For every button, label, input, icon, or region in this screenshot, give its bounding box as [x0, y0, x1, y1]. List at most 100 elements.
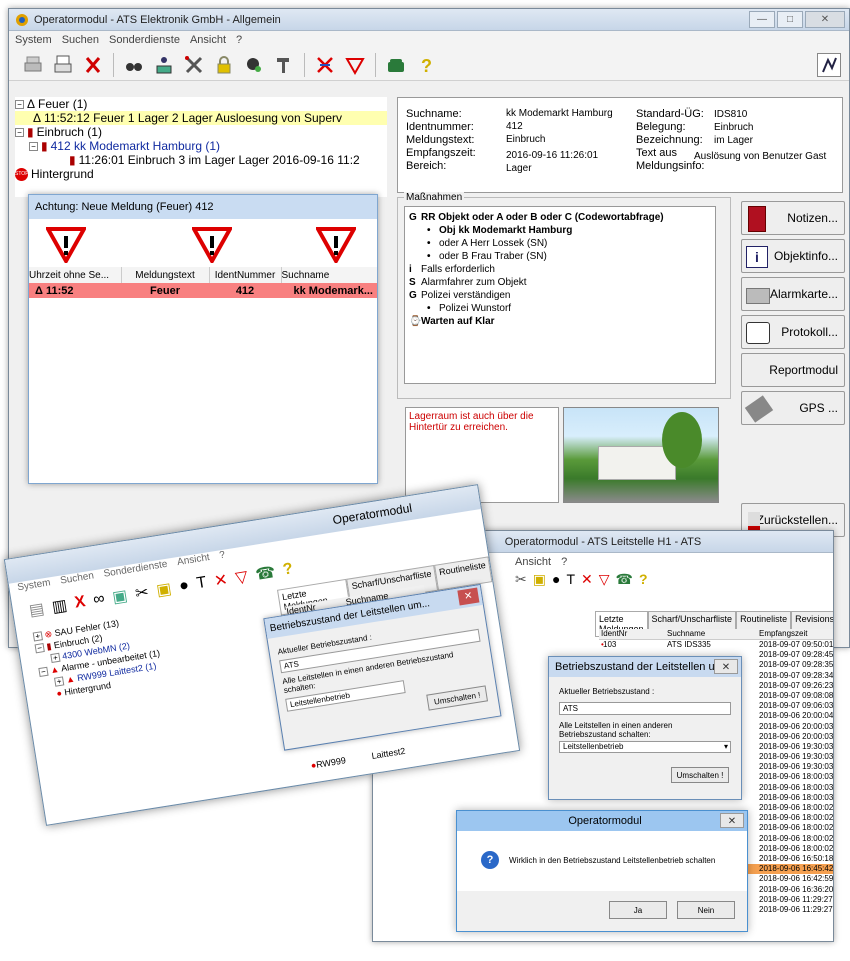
menu-help[interactable]: ? — [236, 34, 242, 46]
massnahme-item[interactable]: • Polizei Wunstorf — [409, 302, 711, 315]
massnahme-item[interactable]: S Alarmfahrer zum Objekt — [409, 276, 711, 289]
col-suchname[interactable]: Suchname — [667, 629, 759, 639]
operator-icon[interactable]: ● — [178, 577, 190, 596]
crossed-arrow-icon[interactable]: ✕ — [213, 570, 229, 592]
print-button[interactable] — [21, 53, 45, 77]
massnahme-item[interactable]: G RR Objekt oder A oder B oder C (Codewor… — [409, 211, 711, 224]
close-button[interactable]: ✕ — [720, 813, 744, 828]
collapse-icon[interactable]: − — [38, 666, 49, 678]
notizen-button[interactable]: Notizen... — [741, 201, 845, 235]
phone-button[interactable] — [384, 53, 408, 77]
popup-titlebar[interactable]: Achtung: Neue Meldung (Feuer) 412 — [29, 195, 377, 219]
col-empfangszeit[interactable]: Empfangszeit — [759, 629, 833, 639]
tree-fire-group[interactable]: − Δ Feuer (1) — [15, 97, 387, 111]
lock-button[interactable] — [212, 53, 236, 77]
maximize-button[interactable]: □ — [777, 11, 803, 28]
object-photo[interactable] — [563, 407, 719, 503]
confirm-dialog-titlebar[interactable]: Operatormodul ✕ — [457, 811, 747, 831]
collapse-icon[interactable]: − — [34, 643, 45, 654]
massnahme-item[interactable]: • oder A Herr Lossek (SN) — [409, 237, 711, 250]
massnahme-item[interactable]: i Falls erforderlich — [409, 263, 711, 276]
hammer-button[interactable] — [272, 53, 296, 77]
cancel-alarm-button[interactable] — [313, 53, 337, 77]
menu-system[interactable]: System — [15, 34, 52, 46]
reportmodul-button[interactable]: Reportmodul — [741, 353, 845, 387]
user-computer-icon[interactable]: ▣ — [111, 585, 129, 607]
menu-help[interactable]: ? — [561, 556, 567, 568]
menu-sonderdienste[interactable]: Sonderdienste — [109, 34, 180, 46]
close-button[interactable]: ✕ — [457, 587, 480, 606]
hammer-icon[interactable]: T — [566, 571, 575, 588]
triangle-down-icon[interactable]: ▽ — [234, 566, 249, 588]
row-time: 2018-09-07 09:06:03 — [759, 701, 834, 711]
alarmkarte-button[interactable]: Alarmkarte... — [741, 277, 845, 311]
tab-routine[interactable]: Routineliste — [434, 556, 493, 591]
minimize-button[interactable]: — — [749, 11, 775, 28]
collapse-icon[interactable]: − — [15, 127, 24, 137]
umschalten-button[interactable]: Umschalten ! — [426, 685, 489, 711]
help-icon[interactable]: ? — [282, 560, 294, 579]
operator-button[interactable] — [242, 53, 266, 77]
notify-button[interactable] — [817, 52, 841, 77]
tree-background[interactable]: STOP Hintergrund — [15, 167, 387, 181]
table-row[interactable]: • 103 ATS IDS335 2018-09-07 09:50:01 — [599, 640, 833, 650]
hammer-icon[interactable]: T — [195, 574, 207, 593]
gps-button[interactable]: GPS ... — [741, 391, 845, 425]
no-button[interactable]: Nein — [677, 901, 735, 919]
lock-icon[interactable]: ▣ — [533, 571, 546, 588]
right-state-dialog-titlebar[interactable]: Betriebszustand der Leitstellen um... ✕ — [549, 657, 741, 677]
tools-icon[interactable]: ✂ — [515, 571, 527, 588]
protokoll-button[interactable]: Protokoll... — [741, 315, 845, 349]
overlay-left-bottom-row[interactable]: ● RW999 Laittest2 — [310, 746, 406, 771]
yes-button[interactable]: Ja — [609, 901, 667, 919]
objektinfo-button[interactable]: i Objektinfo... — [741, 239, 845, 273]
close-button[interactable]: ✕ — [805, 11, 845, 28]
close-button[interactable]: ✕ — [714, 659, 738, 674]
search-button[interactable] — [122, 53, 146, 77]
warning-button[interactable] — [343, 53, 367, 77]
menu-ansicht[interactable]: Ansicht — [190, 34, 226, 46]
lock-icon[interactable]: ▣ — [155, 578, 173, 600]
massnahme-item[interactable]: G Polizei verständigen — [409, 289, 711, 302]
massnahme-item[interactable]: • Obj kk Modemarkt Hamburg — [409, 224, 711, 237]
massnahme-item[interactable]: ⌚Warten auf Klar — [409, 315, 711, 328]
help-icon[interactable]: ? — [639, 571, 648, 588]
red-x-icon[interactable]: X — [74, 593, 87, 612]
umschalten-button[interactable]: Umschalten ! — [671, 767, 729, 783]
help-button[interactable]: ? — [414, 53, 438, 77]
phone-icon[interactable]: ☎ — [616, 571, 633, 588]
main-titlebar[interactable]: Operatormodul - ATS Elektronik GmbH - Al… — [9, 9, 849, 31]
binoculars-icon[interactable]: ∞ — [92, 590, 106, 610]
printer-alt-icon[interactable]: ▥ — [51, 595, 69, 617]
tree-burglary-item[interactable]: ▮ 11:26:01 Einbruch 3 im Lager Lager 2016… — [15, 153, 387, 167]
menu-help[interactable]: ? — [219, 550, 227, 567]
col-suchname[interactable]: Suchname — [281, 267, 377, 283]
user-button[interactable] — [152, 53, 176, 77]
collapse-icon[interactable]: − — [15, 99, 24, 109]
collapse-icon[interactable]: − — [29, 141, 38, 151]
state-select[interactable]: Leitstellenbetrieb ▾ — [559, 741, 731, 753]
tree-fire-item[interactable]: Δ 11:52:12 Feuer 1 Lager 2 Lager Ausloesu… — [15, 111, 387, 125]
expand-icon[interactable]: + — [50, 652, 61, 664]
operator-icon[interactable]: ● — [552, 571, 560, 588]
tools-button[interactable] — [182, 53, 206, 77]
delete-button[interactable] — [81, 53, 105, 77]
tools-icon[interactable]: ✂ — [134, 582, 150, 604]
printer-icon[interactable]: ▤ — [28, 599, 46, 621]
table-row[interactable]: Δ 11:52 Feuer 412 kk Modemark... — [29, 283, 377, 298]
col-identnr[interactable]: IdentNr — [599, 629, 667, 639]
tree-burglary-object[interactable]: − ▮ 412 kk Modemarkt Hamburg (1) — [15, 139, 387, 153]
col-identnummer[interactable]: IdentNummer — [209, 267, 282, 283]
tree-burglary-group[interactable]: − ▮ Einbruch (1) — [15, 125, 387, 139]
triangle-down-icon[interactable]: ▽ — [599, 571, 610, 588]
col-meldungstext[interactable]: Meldungstext — [121, 267, 210, 283]
expand-icon[interactable]: + — [32, 631, 43, 642]
printer2-button[interactable] — [51, 53, 75, 77]
expand-icon[interactable]: + — [54, 676, 65, 687]
col-uhrzeit[interactable]: Uhrzeit ohne Se... — [29, 267, 122, 283]
crossed-arrow-icon[interactable]: ✕ — [581, 571, 593, 588]
menu-suchen[interactable]: Suchen — [62, 34, 99, 46]
phone-icon[interactable]: ☎ — [254, 562, 277, 585]
massnahme-item[interactable]: • oder B Frau Traber (SN) — [409, 250, 711, 263]
menu-ansicht[interactable]: Ansicht — [515, 556, 551, 568]
